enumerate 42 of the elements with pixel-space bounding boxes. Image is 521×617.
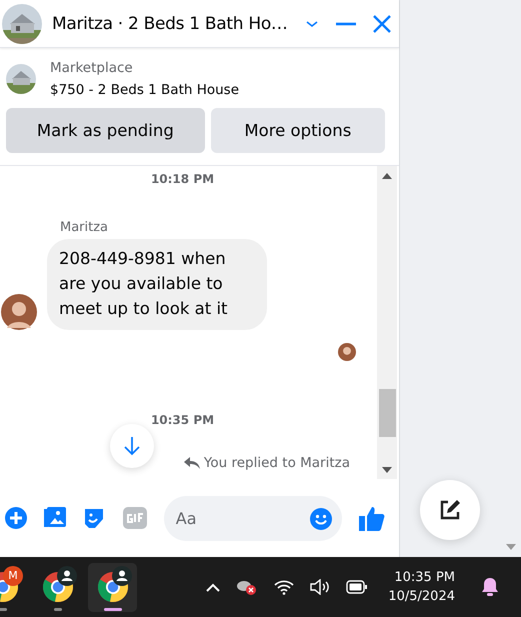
chat-title[interactable]: Maritza · 2 Beds 1 Bath Ho…: [52, 14, 288, 34]
edit-icon: [439, 499, 461, 521]
wifi-icon[interactable]: [274, 579, 294, 595]
seen-avatar: [338, 343, 356, 361]
taskbar-app[interactable]: M: [0, 562, 27, 612]
scrollbar[interactable]: [377, 166, 397, 479]
scroll-down-icon[interactable]: [382, 467, 392, 473]
clock-date: 10/5/2024: [388, 588, 455, 606]
sticker-icon[interactable]: [83, 507, 106, 529]
action-button[interactable]: Mark as pending: [6, 108, 205, 153]
minimize-icon[interactable]: [336, 22, 356, 26]
sender-name: Maritza: [60, 220, 110, 235]
cloud-error-icon[interactable]: [236, 578, 258, 596]
thumbs-up-icon[interactable]: [358, 505, 385, 531]
battery-icon[interactable]: [346, 580, 368, 594]
plus-icon[interactable]: [5, 507, 27, 529]
scroll-up-icon[interactable]: [382, 173, 392, 179]
action-button[interactable]: More options: [210, 108, 385, 153]
chevron-up-icon[interactable]: [206, 582, 220, 592]
person-icon: [112, 566, 132, 586]
clock[interactable]: 10:35 PM 10/5/2024: [388, 568, 455, 606]
listing-label: Marketplace: [50, 60, 134, 76]
close-icon[interactable]: [372, 14, 392, 34]
avatar: [1, 294, 37, 330]
taskbar-app[interactable]: [88, 562, 137, 612]
reply-note: You replied to Maritza: [184, 455, 350, 471]
timestamp: 10:18 PM: [150, 172, 214, 186]
reply-icon: [184, 457, 200, 469]
arrow-down-icon: [123, 436, 141, 456]
emoji-icon[interactable]: [310, 508, 332, 530]
scroll-down-button[interactable]: [110, 424, 154, 468]
listing-title[interactable]: $750 - 2 Beds 1 Bath House: [50, 82, 240, 98]
message-input[interactable]: Aa: [164, 496, 342, 540]
bell-icon[interactable]: [481, 577, 499, 597]
clock-time: 10:35 PM: [394, 569, 455, 587]
scrollbar-thumb[interactable]: [378, 389, 396, 437]
volume-icon[interactable]: [310, 579, 330, 595]
profile-badge: M: [3, 566, 23, 586]
message-bubble: 208-449-8981 when are you available to meet up to look at it: [47, 239, 267, 330]
photo-icon[interactable]: [44, 507, 66, 529]
timestamp: 10:35 PM: [150, 413, 214, 427]
person-icon: [57, 566, 77, 586]
